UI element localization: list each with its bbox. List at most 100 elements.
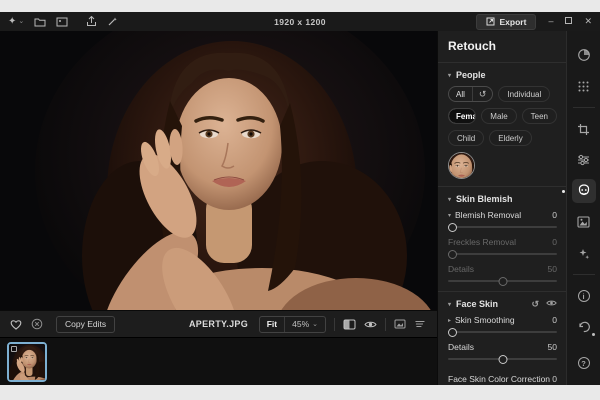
preview-eye-icon[interactable] [364, 320, 377, 329]
slider-value: 50 [547, 264, 557, 274]
tag-female-button[interactable]: Female [449, 109, 476, 123]
slider-thumb[interactable] [498, 354, 507, 364]
portrait-photo [0, 31, 437, 310]
ai-presets-icon[interactable]: ✦ ⌄ [8, 16, 25, 27]
canvas-column: Copy Edits APERTY.JPG Fit 45% ⌄ [0, 31, 437, 385]
people-mode-all-group: All ↺ [448, 86, 494, 102]
show-original-icon[interactable] [394, 319, 406, 329]
info-glyph: i [577, 290, 590, 302]
info-icon[interactable]: i [572, 284, 596, 308]
effects-tool-icon[interactable] [572, 241, 596, 265]
collapse-triangle-icon: ▾ [448, 196, 452, 203]
tag-female-group: Female ↺ [448, 108, 477, 124]
slider-label: Details [448, 342, 474, 352]
sort-options-icon[interactable] [414, 319, 427, 329]
detected-face-avatar[interactable] [448, 152, 475, 179]
slider-thumb[interactable] [448, 249, 457, 259]
face-skin-color-correction-row: Face Skin Color Correction 0 [448, 374, 557, 384]
face-details-slider-row: Details 50 [448, 342, 557, 364]
divider [438, 186, 566, 187]
app-window: ✦ ⌄ 1920 x 1200 Export – ✕ Copy Edits AP… [0, 12, 600, 385]
favorite-heart-icon[interactable] [10, 319, 22, 330]
history-undo-icon[interactable] [572, 315, 596, 339]
chevron-down-icon: ⌄ [18, 18, 25, 25]
export-label: Export [499, 16, 527, 27]
slider-value: 0 [552, 315, 557, 325]
details-slider-row: Details 50 [448, 264, 557, 286]
magic-wand-icon[interactable] [107, 16, 118, 27]
copy-edits-button[interactable]: Copy Edits [56, 315, 116, 333]
crop-tool-icon[interactable] [572, 117, 596, 141]
filmstrip-thumbnail-selected[interactable] [7, 342, 47, 382]
export-button[interactable]: Export [475, 13, 537, 30]
tag-elderly-button[interactable]: Elderly [489, 130, 532, 146]
slider-value: 0 [552, 210, 557, 220]
people-individual-button[interactable]: Individual [498, 86, 551, 102]
reset-all-icon[interactable]: ↺ [471, 87, 493, 101]
color-correction-value: 0 [552, 374, 557, 384]
face-skin-section-header[interactable]: ▾ Face Skin ↺ [448, 299, 557, 309]
edited-badge-icon [11, 346, 17, 352]
develop-adjust-icon[interactable] [572, 74, 596, 98]
slider-thumb[interactable] [498, 276, 507, 286]
reset-section-icon[interactable]: ↺ [531, 299, 539, 309]
face-details-slider[interactable] [448, 354, 557, 364]
photo-canvas[interactable] [0, 31, 437, 310]
gallery-icon[interactable] [56, 17, 68, 27]
tag-male-button[interactable]: Male [481, 108, 517, 124]
fit-button[interactable]: Fit [260, 317, 284, 332]
face-skin-section-label: Face Skin [456, 299, 499, 309]
active-tool-indicator [561, 189, 565, 193]
presets-tool-icon[interactable] [572, 43, 596, 67]
top-toolbar: ✦ ⌄ 1920 x 1200 Export – ✕ [0, 12, 600, 31]
export-icon [486, 17, 495, 26]
blemish-removal-slider-row: ▾ Blemish Removal 0 [448, 210, 557, 232]
background-tool-icon[interactable] [572, 210, 596, 234]
divider [438, 62, 566, 63]
slider-value: 0 [552, 237, 557, 247]
strip-divider [572, 274, 595, 275]
reject-icon[interactable] [31, 318, 43, 330]
color-correction-label: Face Skin Color Correction [448, 374, 551, 384]
freckles-removal-slider[interactable] [448, 249, 557, 259]
filmstrip [0, 337, 437, 385]
divider [438, 291, 566, 292]
open-folder-icon[interactable] [34, 17, 46, 27]
share-icon[interactable] [86, 16, 97, 27]
retouch-panel: Retouch ▾ People All ↺ Individual Female… [437, 31, 566, 385]
adjustments-tool-icon[interactable] [572, 148, 596, 172]
slider-value: 50 [547, 342, 557, 352]
chevron-down-icon: ⌄ [312, 321, 318, 328]
expand-triangle-icon[interactable]: ▸ [448, 317, 451, 324]
zoom-control: Fit 45% ⌄ [258, 315, 326, 333]
help-glyph: ? [577, 357, 590, 369]
people-section-header[interactable]: ▾ People [448, 70, 557, 80]
zoom-level-dropdown[interactable]: 45% ⌄ [284, 316, 325, 332]
zoom-level-value: 45% [292, 319, 310, 329]
panel-title: Retouch [448, 39, 496, 53]
strip-divider [572, 107, 595, 108]
tag-child-button[interactable]: Child [448, 130, 485, 146]
tag-teen-button[interactable]: Teen [521, 108, 557, 124]
people-all-button[interactable]: All [449, 87, 472, 101]
skin-blemish-section-header[interactable]: ▾ Skin Blemish [448, 194, 557, 204]
retouch-tool-icon[interactable] [561, 179, 596, 203]
slider-thumb[interactable] [448, 327, 457, 337]
slider-thumb[interactable] [448, 222, 457, 232]
details-slider[interactable] [448, 276, 557, 286]
blemish-removal-slider[interactable] [448, 222, 557, 232]
maximize-button[interactable] [565, 17, 573, 26]
expand-triangle-icon[interactable]: ▾ [448, 212, 451, 219]
skin-smoothing-slider-row: ▸ Skin Smoothing 0 [448, 315, 557, 337]
maximize-icon [565, 17, 573, 24]
minimize-button[interactable]: – [548, 17, 553, 26]
collapse-triangle-icon: ▾ [448, 301, 452, 308]
toolbar-divider [334, 317, 335, 331]
skin-smoothing-slider[interactable] [448, 327, 557, 337]
compare-split-icon[interactable] [343, 319, 356, 330]
visibility-eye-icon[interactable] [546, 299, 557, 309]
collapse-triangle-icon: ▾ [448, 72, 452, 79]
close-button[interactable]: ✕ [584, 17, 592, 26]
bottom-toolbar: Copy Edits APERTY.JPG Fit 45% ⌄ [0, 310, 437, 337]
help-icon[interactable]: ? [572, 351, 596, 375]
